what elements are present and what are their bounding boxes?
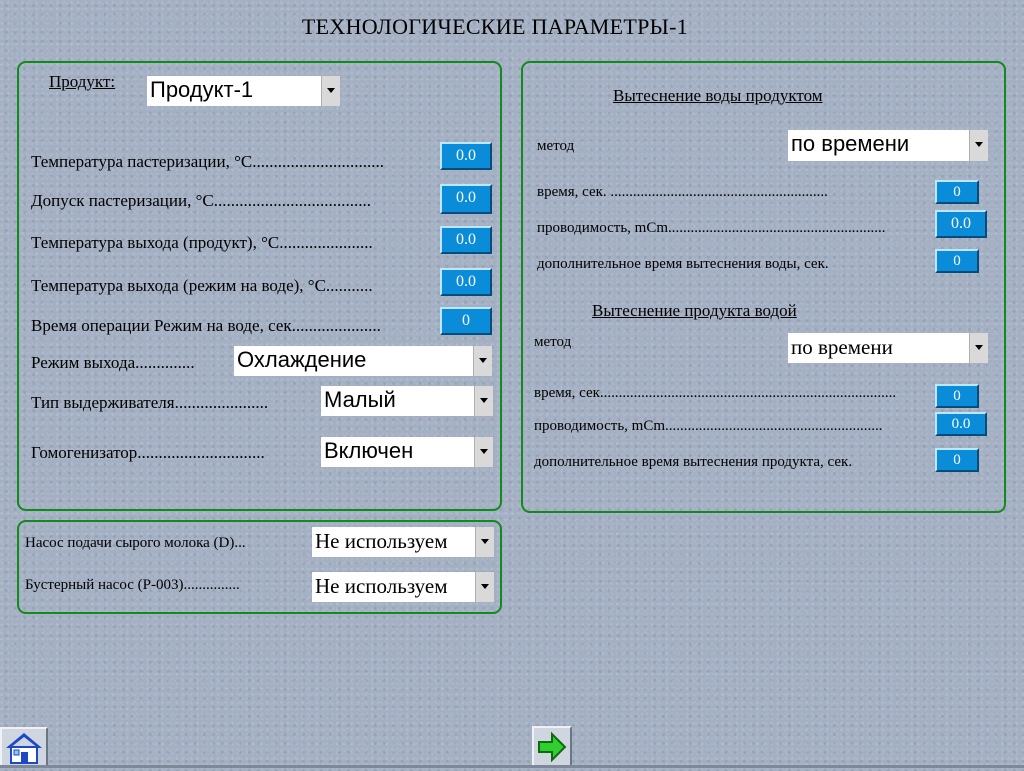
home-button[interactable] [0, 727, 48, 768]
homogenizer-label: Гомогенизатор...........................… [31, 443, 265, 462]
exit-temp-water-field[interactable]: 0.0 [440, 268, 492, 296]
product-conductivity-field[interactable]: 0.0 [935, 412, 987, 436]
product-extra-time-field[interactable]: 0 [935, 448, 979, 472]
product-method-select[interactable]: по времени [788, 333, 988, 363]
water-mode-time-field[interactable]: 0 [440, 307, 492, 335]
chevron-down-icon[interactable] [475, 572, 494, 602]
page-title: ТЕХНОЛОГИЧЕСКИЕ ПАРАМЕТРЫ-1 [301, 14, 689, 39]
product-time-field[interactable]: 0 [935, 384, 979, 408]
product-time-label: время, сек..............................… [534, 385, 897, 401]
raw-milk-pump-label: Насос подачи сырого молока (D)... [25, 535, 246, 551]
pasteurization-temp-field[interactable]: 0.0 [440, 142, 492, 170]
chevron-down-icon[interactable] [473, 346, 492, 376]
water-time-label: время, сек. ............................… [537, 184, 828, 200]
water-displacement-title: Вытеснение воды продуктом [613, 86, 823, 105]
chevron-down-icon[interactable] [969, 130, 988, 161]
raw-milk-pump-select-value: Не используем [315, 529, 448, 553]
exit-temp-product-field[interactable]: 0.0 [440, 226, 492, 254]
product-displacement-title: Вытеснение продукта водой [592, 301, 797, 320]
product-select[interactable]: Продукт-1 [147, 76, 340, 106]
booster-pump-select-value: Не используем [315, 574, 448, 598]
pasteurization-tolerance-label: Допуск пастеризации, °С.................… [31, 191, 371, 210]
holder-type-select[interactable]: Малый [321, 386, 493, 416]
water-extra-time-field[interactable]: 0 [935, 249, 979, 273]
holder-type-label: Тип выдерживателя...................... [31, 393, 269, 412]
water-extra-time-label: дополнительное время вытеснения воды, се… [537, 256, 829, 272]
product-method-label: метод [534, 334, 572, 350]
raw-milk-pump-select[interactable]: Не используем [312, 527, 494, 557]
product-method-select-value: по времени [791, 335, 893, 359]
displacement-panel [521, 61, 1006, 513]
water-mode-time-label: Время операции Режим на воде, сек.......… [31, 316, 381, 335]
water-conductivity-field[interactable]: 0.0 [935, 210, 987, 238]
exit-temp-water-label: Температура выхода (режим на воде), °С..… [31, 276, 373, 295]
exit-mode-label: Режим выхода.............. [31, 353, 195, 372]
product-extra-time-label: дополнительное время вытеснения продукта… [534, 454, 853, 470]
next-page-button[interactable] [532, 726, 572, 768]
water-method-select[interactable]: по времени [788, 130, 988, 161]
exit-temp-product-label: Температура выхода (продукт), °С........… [31, 233, 373, 252]
home-icon [6, 733, 42, 764]
homogenizer-select[interactable]: Включен [321, 437, 493, 467]
pasteurization-tolerance-field[interactable]: 0.0 [440, 184, 492, 214]
water-method-select-value: по времени [791, 131, 910, 156]
chevron-down-icon[interactable] [475, 527, 494, 557]
booster-pump-select[interactable]: Не используем [312, 572, 494, 602]
water-time-field[interactable]: 0 [935, 180, 979, 204]
chevron-down-icon[interactable] [474, 386, 493, 416]
water-conductivity-label: проводимость, mCm.......................… [537, 220, 886, 236]
exit-mode-select-value: Охлаждение [237, 347, 367, 372]
chevron-down-icon[interactable] [321, 76, 340, 106]
homogenizer-select-value: Включен [324, 438, 414, 463]
booster-pump-label: Бустерный насос (P-003)............... [25, 577, 240, 593]
exit-mode-select[interactable]: Охлаждение [234, 346, 492, 376]
product-label: Продукт: [49, 72, 116, 91]
water-method-label: метод [537, 138, 575, 154]
pasteurization-temp-label: Температура пастеризации, °С............… [31, 152, 384, 171]
chevron-down-icon[interactable] [969, 333, 988, 363]
holder-type-select-value: Малый [324, 387, 396, 412]
product-select-value: Продукт-1 [150, 77, 254, 102]
chevron-down-icon[interactable] [474, 437, 493, 467]
product-conductivity-label: проводимость, mCm.......................… [534, 418, 883, 434]
arrow-right-icon [538, 731, 567, 763]
